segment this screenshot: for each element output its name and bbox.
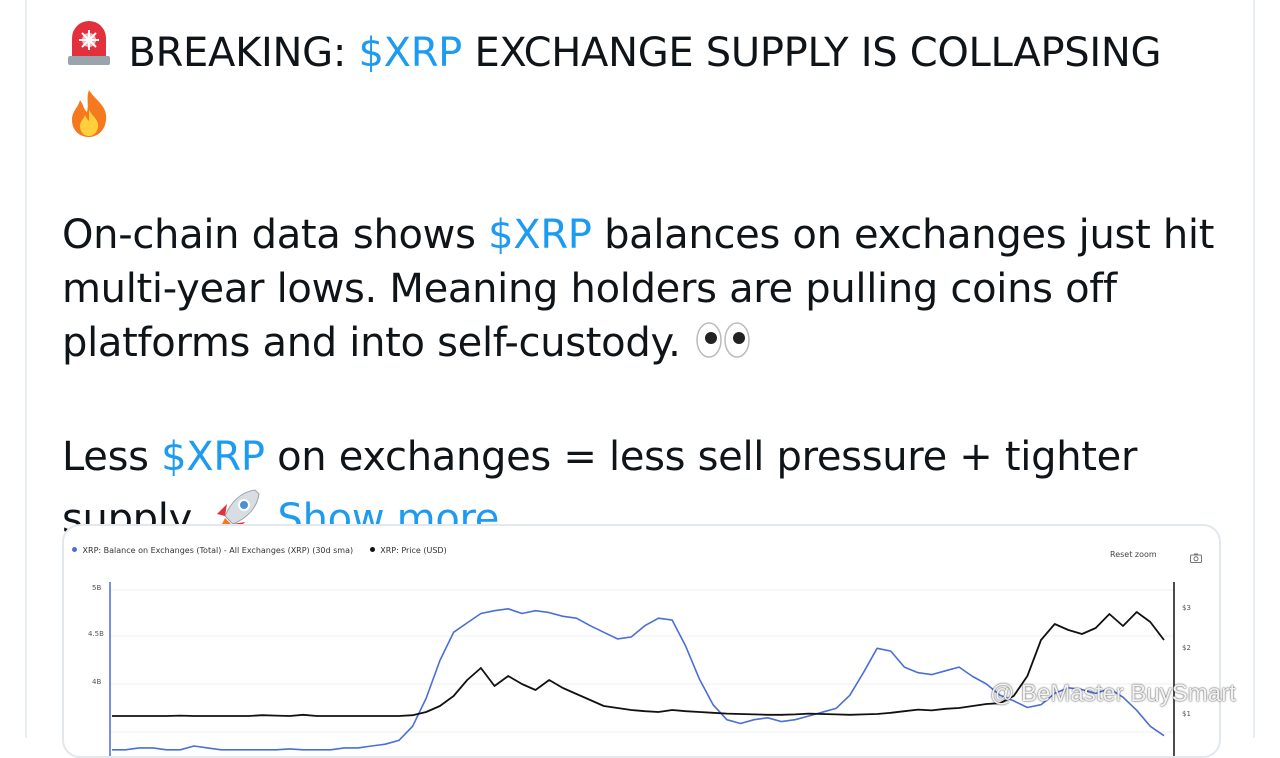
headline-suffix: EXCHANGE SUPPLY IS COLLAPSING <box>474 30 1162 76</box>
para1-line3: platforms and into self-custody. <box>62 316 1222 376</box>
headline-emoji-line <box>62 86 1222 154</box>
para1-text-a: On-chain data shows <box>62 212 476 258</box>
headline-prefix: BREAKING: <box>128 30 347 76</box>
chart-plot-area[interactable] <box>64 526 1219 756</box>
headline: BREAKING: $XRP EXCHANGE SUPPLY IS COLLAP… <box>62 18 1222 86</box>
cashtag-link[interactable]: $XRP <box>358 30 462 76</box>
watermark: @ BeMaster BuySmart <box>990 680 1236 707</box>
para1-line2: multi-year lows. Meaning holders are pul… <box>62 266 1117 312</box>
para1-text-c: platforms and into self-custody. <box>62 320 681 366</box>
para1-line1: On-chain data shows $XRP balances on exc… <box>62 208 1222 262</box>
chart-card[interactable]: XRP: Balance on Exchanges (Total) - All … <box>62 524 1221 758</box>
para2-line1: Less $XRP on exchanges = less sell press… <box>62 430 1222 484</box>
fire-emoji-icon <box>62 86 116 154</box>
cashtag-link[interactable]: $XRP <box>161 434 265 480</box>
post-body: BREAKING: $XRP EXCHANGE SUPPLY IS COLLAP… <box>62 18 1222 552</box>
para2-text-a: Less <box>62 434 149 480</box>
eyes-emoji-icon <box>693 318 753 376</box>
siren-emoji-icon <box>62 18 116 86</box>
para2-text-b: on exchanges = less sell pressure + tigh… <box>277 434 1138 480</box>
para1-text-b: balances on exchanges just hit <box>604 212 1215 258</box>
cashtag-link[interactable]: $XRP <box>488 212 592 258</box>
